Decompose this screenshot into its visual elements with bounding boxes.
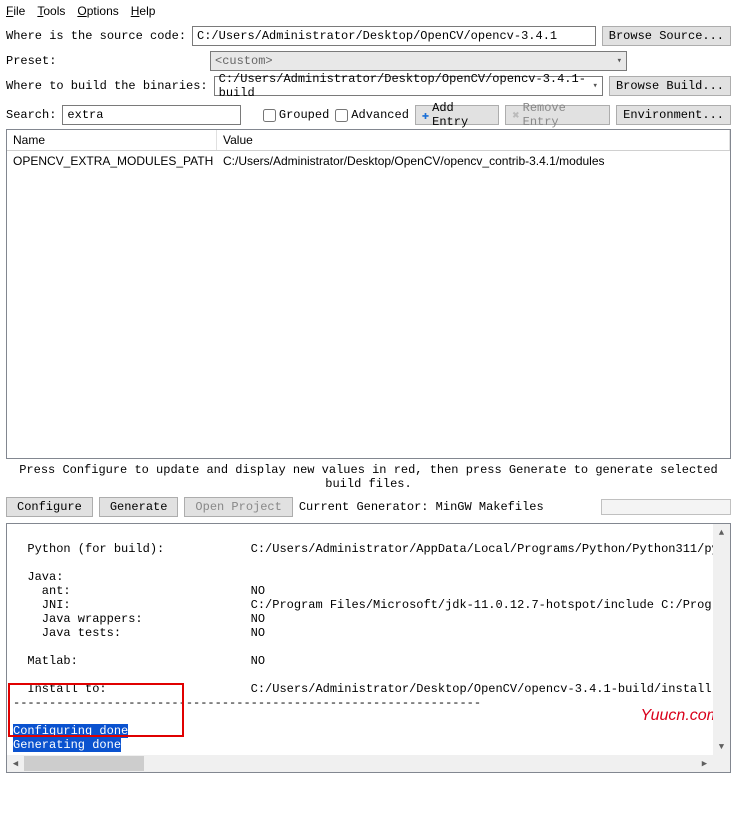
grouped-checkbox-input[interactable]: [263, 109, 276, 122]
configure-button[interactable]: Configure: [6, 497, 93, 517]
advanced-checkbox-input[interactable]: [335, 109, 348, 122]
table-row[interactable]: OPENCV_EXTRA_MODULES_PATH C:/Users/Admin…: [7, 151, 730, 171]
x-icon: ✖: [512, 108, 519, 123]
hint-text: Press Configure to update and display ne…: [0, 459, 737, 495]
build-dir-label: Where to build the binaries:: [6, 79, 208, 93]
preset-value: <custom>: [215, 54, 273, 68]
grouped-checkbox[interactable]: Grouped: [263, 108, 329, 122]
table-header: Name Value: [7, 130, 730, 151]
preset-label: Preset:: [6, 54, 204, 68]
current-generator-label: Current Generator: MinGW Makefiles: [299, 500, 544, 514]
menu-file[interactable]: File: [6, 4, 25, 18]
scroll-thumb[interactable]: [24, 756, 144, 771]
advanced-label: Advanced: [351, 108, 409, 122]
col-name[interactable]: Name: [7, 130, 217, 150]
preset-combo[interactable]: <custom> ▾: [210, 51, 627, 71]
chevron-down-icon: ▾: [593, 81, 598, 91]
chevron-down-icon: ▾: [617, 56, 622, 66]
add-entry-label: Add Entry: [432, 101, 492, 129]
highlight-box: [8, 683, 184, 737]
output-content[interactable]: Python (for build): C:/Users/Administrat…: [7, 524, 730, 755]
browse-build-button[interactable]: Browse Build...: [609, 76, 731, 96]
plus-icon: ✚: [422, 108, 429, 123]
environment-button[interactable]: Environment...: [616, 105, 731, 125]
grouped-label: Grouped: [279, 108, 329, 122]
remove-entry-button[interactable]: ✖ Remove Entry: [505, 105, 610, 125]
log-line: Java wrappers: NO: [13, 612, 265, 626]
log-line: Matlab: NO: [13, 654, 265, 668]
scrollbar-horizontal[interactable]: ◀ ▶: [7, 755, 730, 772]
browse-source-button[interactable]: Browse Source...: [602, 26, 731, 46]
log-line: ant: NO: [13, 584, 265, 598]
remove-entry-label: Remove Entry: [523, 101, 604, 129]
menu-help[interactable]: Help: [131, 4, 156, 18]
log-line: Java:: [13, 570, 63, 584]
menu-tools[interactable]: Tools: [37, 4, 65, 18]
search-label: Search:: [6, 108, 56, 122]
toolbar: Search: Grouped Advanced ✚ Add Entry ✖ R…: [0, 103, 737, 129]
scroll-down-icon[interactable]: ▼: [713, 738, 730, 755]
log-line: Java tests: NO: [13, 626, 265, 640]
generating-done: Generating done: [13, 738, 121, 752]
config-table: Name Value OPENCV_EXTRA_MODULES_PATH C:/…: [6, 129, 731, 459]
cell-value: C:/Users/Administrator/Desktop/OpenCV/op…: [217, 152, 730, 170]
build-dir-combo[interactable]: C:/Users/Administrator/Desktop/OpenCV/op…: [214, 76, 603, 96]
scroll-right-icon[interactable]: ▶: [696, 755, 713, 772]
form-area: Where is the source code: Browse Source.…: [0, 22, 737, 103]
add-entry-button[interactable]: ✚ Add Entry: [415, 105, 499, 125]
source-code-input[interactable]: [192, 26, 596, 46]
menu-options[interactable]: Options: [77, 4, 118, 18]
cell-name: OPENCV_EXTRA_MODULES_PATH: [7, 152, 217, 170]
output-log: Python (for build): C:/Users/Administrat…: [6, 523, 731, 773]
scrollbar-vertical[interactable]: ▲ ▼: [713, 524, 730, 755]
progress-bar: [601, 499, 731, 515]
search-input[interactable]: [62, 105, 241, 125]
watermark: Yuucn.com: [641, 707, 720, 725]
col-value[interactable]: Value: [217, 130, 730, 150]
advanced-checkbox[interactable]: Advanced: [335, 108, 409, 122]
source-code-label: Where is the source code:: [6, 29, 186, 43]
table-body: OPENCV_EXTRA_MODULES_PATH C:/Users/Admin…: [7, 151, 730, 171]
action-row: Configure Generate Open Project Current …: [0, 495, 737, 523]
log-line: Python (for build): C:/Users/Administrat…: [13, 542, 730, 556]
open-project-button[interactable]: Open Project: [184, 497, 292, 517]
scroll-up-icon[interactable]: ▲: [713, 524, 730, 541]
generate-button[interactable]: Generate: [99, 497, 179, 517]
log-line: JNI: C:/Program Files/Microsoft/jdk-11.0…: [13, 598, 730, 612]
scroll-left-icon[interactable]: ◀: [7, 755, 24, 772]
build-dir-value: C:/Users/Administrator/Desktop/OpenCV/op…: [219, 72, 593, 100]
menubar: File Tools Options Help: [0, 0, 737, 22]
